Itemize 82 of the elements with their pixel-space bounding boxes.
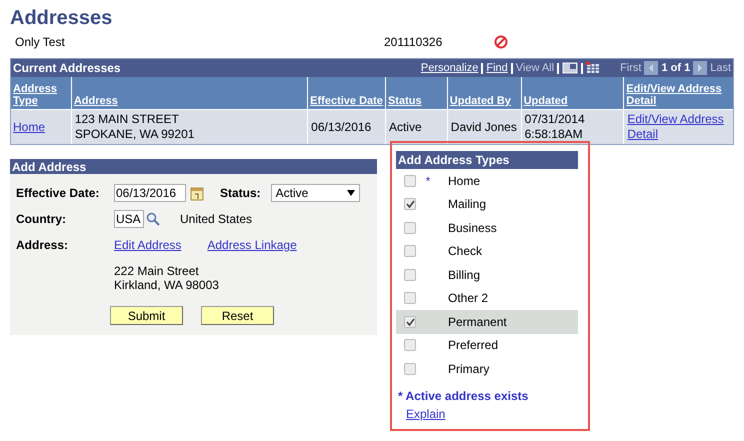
updated-line: 07/31/2014: [524, 112, 586, 127]
address-type-row[interactable]: Check: [396, 240, 578, 263]
active-address-note: * Active address exists: [398, 388, 530, 404]
calendar-icon[interactable]: [190, 186, 204, 200]
address-line: SPOKANE, WA 99201: [74, 127, 196, 142]
field-label: Country:: [16, 211, 67, 228]
address-type-label: Home: [448, 172, 480, 190]
table-cell: Active: [388, 120, 422, 134]
checkmark-icon: [406, 200, 414, 208]
address-type-row[interactable]: Preferred: [396, 334, 578, 357]
address-type-label: Billing: [448, 266, 480, 284]
panel-title: Add Address Types: [398, 152, 510, 169]
prohibited-icon: [494, 35, 508, 49]
find-link[interactable]: Find: [486, 60, 508, 76]
address-line: 222 Main Street: [114, 264, 200, 278]
checkbox[interactable]: [404, 198, 416, 210]
view-all-link[interactable]: View All: [516, 60, 554, 76]
checkbox[interactable]: [404, 268, 416, 281]
first-label: First: [620, 60, 642, 76]
column-header[interactable]: Address Type: [13, 83, 69, 107]
checkbox[interactable]: [404, 245, 416, 258]
last-label: Last: [710, 60, 731, 76]
checkbox[interactable]: [404, 292, 416, 304]
country-field[interactable]: USA: [114, 210, 144, 228]
address-type-label: Permanent: [448, 314, 507, 331]
previous-icon[interactable]: [644, 61, 658, 75]
field-label: Address:: [16, 237, 70, 254]
grid-icon[interactable]: [586, 62, 600, 74]
edit-address-link[interactable]: Edit Address: [114, 236, 182, 254]
status-dropdown[interactable]: Active: [270, 184, 360, 202]
column-header[interactable]: Updated: [524, 95, 568, 107]
address-type-label: Business: [448, 220, 497, 237]
checkbox[interactable]: [404, 362, 416, 375]
edit-view-link[interactable]: Edit/View Address Detail: [627, 112, 730, 142]
next-icon[interactable]: [693, 61, 708, 75]
grid-title: Current Addresses: [13, 60, 121, 77]
address-type-label: Check: [448, 243, 482, 260]
address-type-row[interactable]: Other 2: [396, 286, 578, 310]
address-type-label: Other 2: [448, 290, 488, 308]
column-header[interactable]: Address: [74, 95, 118, 107]
address-type-row[interactable]: Business: [396, 216, 578, 240]
address-type-label: Primary: [448, 360, 490, 378]
country-name: United States: [180, 211, 252, 228]
checkbox[interactable]: [404, 174, 416, 187]
explain-link[interactable]: Explain: [406, 404, 446, 422]
address-type-row[interactable]: Primary: [396, 357, 578, 380]
page-count: 1 of 1: [661, 60, 690, 76]
dropdown-arrow-icon: [346, 190, 355, 196]
updated-line: 6:58:18AM: [524, 127, 584, 142]
address-line: Kirkland, WA 98003: [114, 278, 220, 292]
checkmark-icon: [406, 318, 414, 326]
reset-button[interactable]: Reset: [201, 306, 274, 325]
address-line: 123 MAIN STREET: [74, 112, 180, 127]
address-type-label: Mailing: [448, 196, 486, 214]
column-header[interactable]: Status: [388, 95, 422, 107]
address-linkage-link[interactable]: Address Linkage: [207, 236, 297, 254]
checkbox[interactable]: [404, 339, 416, 352]
checkbox[interactable]: [404, 316, 416, 328]
field-label: Effective Date:: [16, 185, 100, 202]
zoom-window-icon[interactable]: [562, 62, 578, 74]
address-type-link[interactable]: Home: [13, 120, 46, 134]
address-type-row[interactable]: * Home: [396, 169, 578, 192]
column-header[interactable]: Edit/View Address Detail: [626, 83, 731, 107]
address-type-row[interactable]: Mailing: [396, 192, 578, 216]
personalize-link[interactable]: Personalize: [420, 60, 478, 76]
checkbox[interactable]: [404, 222, 416, 234]
field-label: Status:: [220, 185, 261, 202]
date-field[interactable]: 06/13/2016: [114, 184, 186, 202]
panel-title: Add Address: [12, 158, 86, 176]
page-title: Addresses: [10, 6, 112, 31]
person-name: Only Test: [15, 34, 66, 51]
address-type-row[interactable]: Billing: [396, 263, 578, 286]
column-header[interactable]: Effective Date: [310, 95, 383, 107]
address-type-row[interactable]: Permanent: [396, 310, 578, 334]
submit-button[interactable]: Submit: [110, 306, 183, 325]
active-asterisk: *: [426, 174, 430, 188]
person-id: 201110326: [384, 34, 444, 51]
column-header[interactable]: Updated By: [450, 95, 511, 107]
table-cell: David Jones: [450, 120, 517, 134]
search-icon[interactable]: [146, 212, 160, 226]
address-type-label: Preferred: [448, 337, 498, 354]
table-cell: 06/13/2016: [311, 120, 372, 134]
